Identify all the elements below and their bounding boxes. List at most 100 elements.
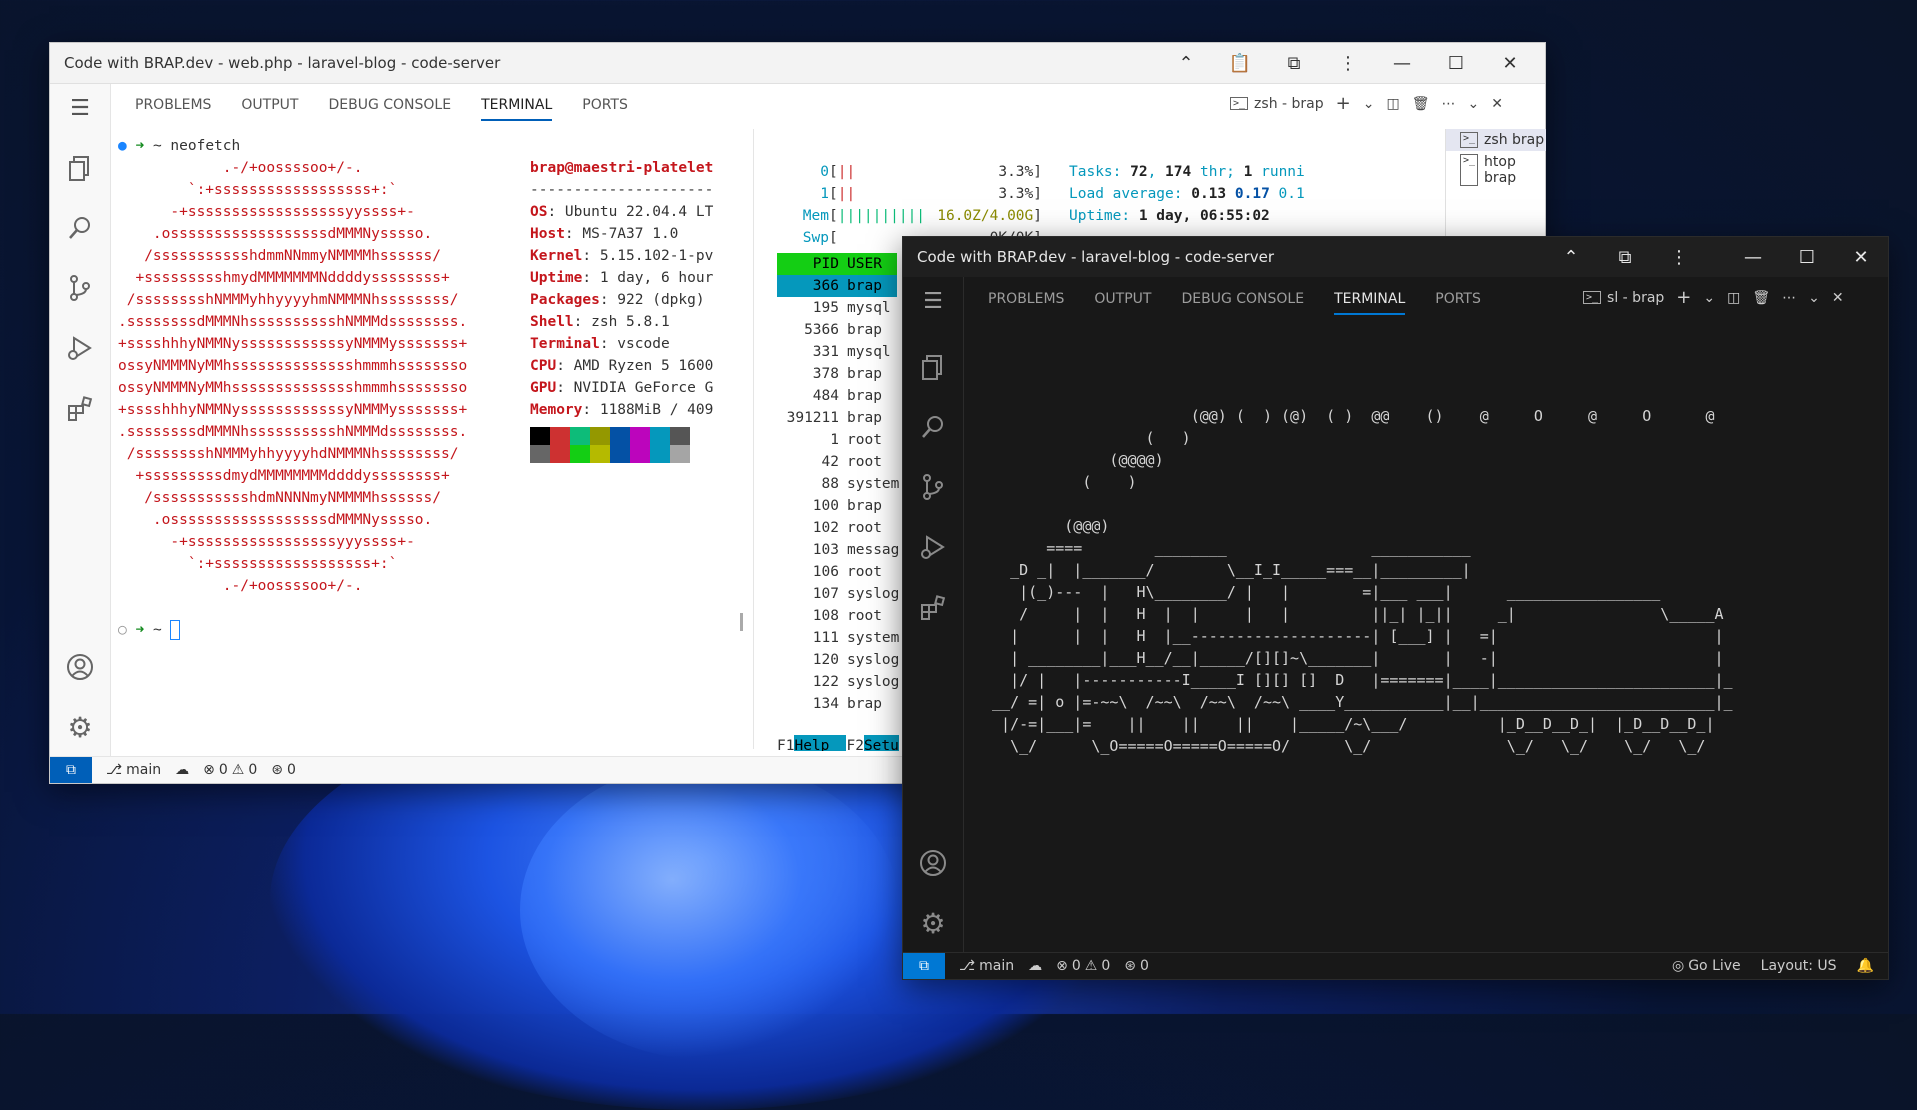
f2-setup-key[interactable]: Setu: [863, 735, 899, 751]
info-row: Shell: zsh 5.8.1: [530, 311, 713, 333]
info-value: : 1188MiB / 409: [582, 402, 714, 418]
chevron-down-icon[interactable]: ⌄: [1703, 290, 1715, 306]
source-control-icon[interactable]: [915, 469, 951, 505]
pane-divider[interactable]: [753, 129, 754, 749]
maximize-icon[interactable]: ☐: [1780, 247, 1834, 268]
trash-icon[interactable]: 🗑: [1412, 96, 1430, 112]
add-terminal-icon[interactable]: +: [1676, 287, 1691, 308]
logo-line: ossyNMMMNyMMhsssssssssssssshmmmhssssssso: [118, 380, 468, 396]
broadcast-icon: ⊛: [1124, 958, 1136, 974]
ports-indicator[interactable]: ⊛ 0: [271, 762, 296, 778]
process-pid: 484: [812, 388, 839, 404]
chevron-down-icon[interactable]: ⌄: [1467, 96, 1479, 112]
tab-debug-console[interactable]: DEBUG CONSOLE: [328, 89, 451, 121]
terminal-list-item[interactable]: >_ htop brap: [1446, 151, 1546, 189]
menu-icon[interactable]: ☰: [915, 283, 951, 319]
tab-ports[interactable]: PORTS: [1435, 283, 1481, 315]
remote-indicator[interactable]: ⧉: [903, 953, 945, 979]
tab-ports[interactable]: PORTS: [582, 89, 628, 121]
search-icon[interactable]: [62, 210, 98, 246]
split-terminal-icon[interactable]: ◫: [1386, 96, 1399, 112]
cpu1-meter: 1[|| 3.3%]: [820, 186, 1042, 202]
add-terminal-icon[interactable]: +: [1336, 93, 1351, 114]
gear-icon[interactable]: ⚙: [915, 905, 951, 941]
more-icon[interactable]: ⋮: [1321, 53, 1375, 74]
logo-line: .-/+oossssoo+/-.: [118, 160, 363, 176]
process-pid: 111: [812, 630, 839, 646]
terminal-selector[interactable]: >_ zsh - brap: [1230, 96, 1324, 112]
more-icon[interactable]: ⋯: [1782, 290, 1796, 306]
extension-icon[interactable]: ⧉: [1598, 247, 1652, 268]
train-line: | ________|___H__/__|_____/[][]~\_______…: [983, 649, 1724, 667]
terminal-pane-sl[interactable]: (@@) ( ) (@) ( ) @@ () @ O @ O @ ( ) (@@…: [983, 405, 1878, 805]
explorer-icon[interactable]: [62, 150, 98, 186]
run-debug-icon[interactable]: [915, 529, 951, 565]
color-swatch: [550, 445, 570, 463]
keyboard-layout[interactable]: Layout: US: [1761, 958, 1837, 974]
tab-output[interactable]: OUTPUT: [1094, 283, 1151, 315]
problems-indicator[interactable]: ⊗ 0 ⚠ 0: [1056, 958, 1110, 974]
more-icon[interactable]: ⋮: [1652, 247, 1706, 268]
terminal-selector[interactable]: >_ sl - brap: [1583, 290, 1664, 306]
pane-scrollbar[interactable]: [740, 613, 743, 631]
gear-icon[interactable]: ⚙: [62, 709, 98, 745]
train-line: ==== ________ ___________: [983, 539, 1471, 557]
terminal-pane-zsh[interactable]: ● ➜ ~ neofetch .-/+oossssoo+/-. `:+sssss…: [118, 135, 793, 655]
window-titlebar[interactable]: Code with BRAP.dev - laravel-blog - code…: [903, 237, 1888, 277]
tab-problems[interactable]: PROBLEMS: [988, 283, 1064, 315]
ports-indicator[interactable]: ⊛ 0: [1124, 958, 1149, 974]
extension-icon[interactable]: ⧉: [1267, 53, 1321, 74]
train-line: |/ | |-----------I_____I [][] [] D |====…: [983, 671, 1733, 689]
color-swatch: [670, 427, 690, 445]
tab-output[interactable]: OUTPUT: [241, 89, 298, 121]
branch-indicator[interactable]: ⎇ main: [959, 958, 1014, 974]
search-icon[interactable]: [915, 409, 951, 445]
sync-icon[interactable]: ☁: [1028, 958, 1042, 974]
train-line: (@@@@): [983, 451, 1164, 469]
minimize-icon[interactable]: —: [1375, 53, 1429, 74]
train-line: / | | H | | | | ||_| |_|| _| \_____A: [983, 605, 1724, 623]
extensions-icon[interactable]: [62, 390, 98, 426]
account-icon[interactable]: [62, 649, 98, 685]
trash-icon[interactable]: 🗑: [1752, 290, 1770, 306]
account-icon[interactable]: [915, 845, 951, 881]
chevron-down-icon[interactable]: ⌄: [1363, 96, 1375, 112]
logo-line: +sssshhhyNMMNyssssssssssssyNMMMysssssss+: [118, 336, 468, 352]
branch-indicator[interactable]: ⎇ main: [106, 762, 161, 778]
explorer-icon[interactable]: [915, 349, 951, 385]
chevron-up-icon[interactable]: ⌃: [1544, 247, 1598, 268]
remote-indicator[interactable]: ⧉: [50, 757, 92, 783]
tab-debug-console[interactable]: DEBUG CONSOLE: [1181, 283, 1304, 315]
cursor: [170, 620, 181, 640]
source-control-icon[interactable]: [62, 270, 98, 306]
maximize-icon[interactable]: ☐: [1429, 53, 1483, 74]
info-row: Packages: 922 (dpkg): [530, 289, 713, 311]
extensions-icon[interactable]: [915, 589, 951, 625]
terminal-list-item[interactable]: >_ zsh brap: [1446, 129, 1546, 151]
tab-terminal[interactable]: TERMINAL: [1334, 283, 1406, 315]
minimize-icon[interactable]: —: [1726, 247, 1780, 268]
window-titlebar[interactable]: Code with BRAP.dev - web.php - laravel-b…: [50, 43, 1545, 84]
tab-terminal[interactable]: TERMINAL: [481, 89, 553, 121]
menu-icon[interactable]: ☰: [62, 90, 98, 126]
close-icon[interactable]: ✕: [1834, 247, 1888, 268]
chevron-up-icon[interactable]: ⌃: [1159, 53, 1213, 74]
bell-icon[interactable]: 🔔: [1857, 958, 1874, 974]
go-live-button[interactable]: ◎ Go Live: [1672, 958, 1741, 974]
run-debug-icon[interactable]: [62, 330, 98, 366]
tab-problems[interactable]: PROBLEMS: [135, 89, 211, 121]
terminal-icon: >_: [1460, 154, 1479, 186]
split-terminal-icon[interactable]: ◫: [1727, 290, 1740, 306]
f1-help-key[interactable]: Help: [794, 735, 847, 751]
problems-indicator[interactable]: ⊗ 0 ⚠ 0: [203, 762, 257, 778]
close-panel-icon[interactable]: ✕: [1491, 96, 1503, 112]
process-user: syslog: [847, 586, 900, 602]
close-panel-icon[interactable]: ✕: [1832, 290, 1844, 306]
clipboard-icon[interactable]: 📋: [1213, 53, 1267, 74]
process-row[interactable]: 366 brap: [777, 275, 897, 297]
more-icon[interactable]: ⋯: [1441, 96, 1455, 112]
chevron-down-icon[interactable]: ⌄: [1808, 290, 1820, 306]
close-icon[interactable]: ✕: [1483, 53, 1537, 74]
sync-icon[interactable]: ☁: [175, 762, 189, 778]
color-swatch: [570, 427, 590, 445]
